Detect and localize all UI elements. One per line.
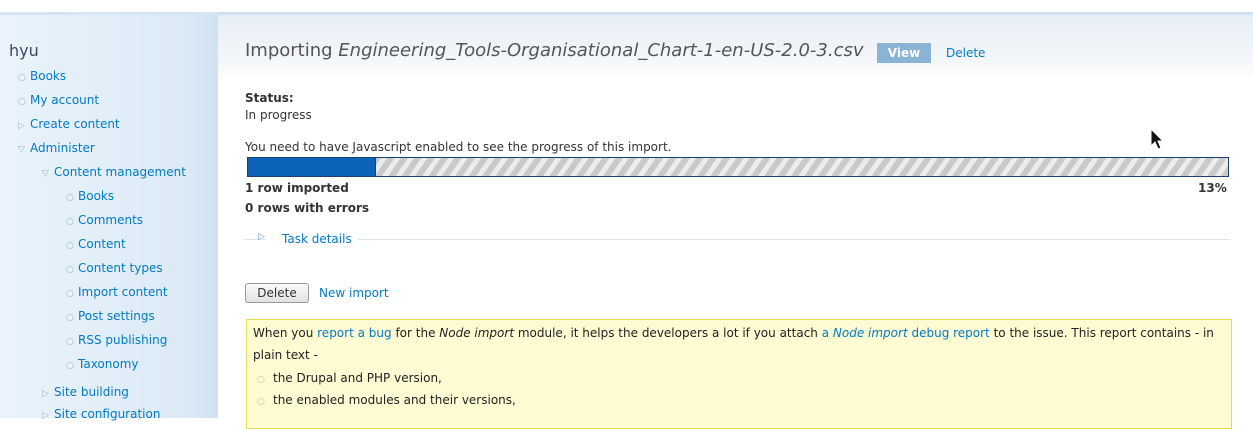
circle-bullet-icon: ○: [66, 289, 74, 299]
sidebar-item-label: Taxonomy: [78, 357, 139, 371]
new-import-link[interactable]: New import: [319, 286, 389, 300]
page-title-filename: Engineering_Tools-Organisational_Chart-1…: [338, 40, 864, 61]
circle-bullet-icon: ○: [66, 361, 74, 371]
tab-delete[interactable]: Delete: [946, 46, 985, 60]
sidebar-item-create-content[interactable]: ▷ Create content: [18, 115, 120, 133]
debug-report-link-part: a: [821, 326, 833, 340]
sidebar-item-label: RSS publishing: [78, 333, 168, 347]
circle-bullet-icon: ○: [66, 313, 74, 323]
sidebar-item-label: Site building: [54, 385, 129, 399]
circle-bullet-icon: ○: [257, 375, 265, 385]
sidebar-item-books-admin[interactable]: ○ Books: [66, 187, 114, 205]
collapsed-arrow-icon: ▷: [42, 411, 49, 421]
status-label: Status:: [245, 91, 294, 105]
sidebar-item-label: My account: [30, 93, 100, 107]
circle-bullet-icon: ○: [18, 97, 26, 107]
sidebar-item-label: Books: [78, 189, 115, 203]
sidebar-username: hyu: [9, 41, 39, 60]
sidebar-item-label: Site configuration: [54, 407, 161, 421]
sidebar-item-label: Books: [30, 69, 67, 83]
list-item: ○ the enabled modules and their versions,: [257, 393, 516, 407]
expanded-arrow-icon: ▽: [18, 145, 25, 155]
javascript-notice: You need to have Javascript enabled to s…: [245, 140, 672, 154]
sidebar-item-label: Content management: [54, 165, 186, 179]
report-bug-link[interactable]: report a bug: [317, 326, 391, 340]
list-item-text: the enabled modules and their versions,: [273, 393, 516, 407]
circle-bullet-icon: ○: [66, 193, 74, 203]
notice-text: When you report a bug for the Node impor…: [253, 322, 1223, 366]
sidebar-item-content-management[interactable]: ▽ Content management: [42, 163, 186, 181]
sidebar-item-rss-publishing[interactable]: ○ RSS publishing: [66, 331, 167, 349]
page-title-prefix: Importing: [245, 40, 339, 61]
debug-report-link-part: debug report: [907, 326, 990, 340]
sidebar-item-label: Comments: [78, 213, 144, 227]
sidebar-item-post-settings[interactable]: ○ Post settings: [66, 307, 155, 325]
sidebar-item-my-account[interactable]: ○ My account: [18, 91, 99, 109]
tab-view[interactable]: View: [877, 43, 931, 63]
list-item-text: the Drupal and PHP version,: [273, 371, 442, 385]
fieldset-line-right: [358, 239, 1230, 240]
progress-percent: 13%: [1198, 181, 1227, 195]
sidebar-item-administer[interactable]: ▽ Administer: [18, 139, 95, 157]
list-item: ○ the Drupal and PHP version,: [257, 371, 442, 385]
sidebar-item-import-content[interactable]: ○ Import content: [66, 283, 168, 301]
debug-report-link-module: Node import: [832, 326, 908, 340]
notice-text-part: When you: [253, 326, 318, 340]
circle-bullet-icon: ○: [257, 397, 265, 407]
collapsed-arrow-icon: ▷: [42, 389, 49, 399]
notice-text-part: module, it helps the developers a lot if…: [514, 326, 822, 340]
sidebar-item-label: Administer: [30, 141, 95, 155]
circle-bullet-icon: ○: [66, 217, 74, 227]
status-value: In progress: [245, 108, 312, 122]
rows-imported: 1 row imported: [245, 181, 349, 195]
notice-module-name: Node import: [439, 326, 515, 340]
circle-bullet-icon: ○: [66, 241, 74, 251]
sidebar-item-label: Create content: [30, 117, 120, 131]
sidebar-item-label: Post settings: [78, 309, 155, 323]
content-header: Importing Engineering_Tools-Organisation…: [218, 12, 1253, 80]
sidebar-item-comments[interactable]: ○ Comments: [66, 211, 143, 229]
expanded-arrow-icon: ▽: [42, 169, 49, 179]
sidebar-item-label: Content: [78, 237, 126, 251]
circle-bullet-icon: ○: [18, 73, 26, 83]
circle-bullet-icon: ○: [66, 265, 74, 275]
circle-bullet-icon: ○: [66, 337, 74, 347]
collapsed-arrow-icon: ▷: [258, 232, 265, 242]
debug-report-link[interactable]: a Node import debug report: [822, 326, 990, 340]
sidebar-item-site-configuration[interactable]: ▷ Site configuration: [42, 405, 160, 423]
sidebar-item-content[interactable]: ○ Content: [66, 235, 126, 253]
sidebar-item-site-building[interactable]: ▷ Site building: [42, 383, 129, 401]
top-bar: [0, 0, 1253, 12]
debug-report-notice: When you report a bug for the Node impor…: [246, 319, 1232, 429]
sidebar: hyu ○ Books ○ My account ▷ Create content ▽…: [0, 12, 218, 421]
rows-with-errors: 0 rows with errors: [245, 201, 370, 215]
collapsed-arrow-icon: ▷: [18, 121, 25, 131]
notice-text-part: for the: [391, 326, 440, 340]
mouse-cursor-icon: [1150, 128, 1165, 150]
page-title: Importing Engineering_Tools-Organisation…: [245, 40, 864, 61]
progress-bar: [247, 157, 1229, 177]
delete-button[interactable]: Delete: [245, 283, 309, 303]
sidebar-item-label: Content types: [78, 261, 163, 275]
progress-bar-fill: [248, 158, 377, 176]
sidebar-item-content-types[interactable]: ○ Content types: [66, 259, 163, 277]
sidebar-item-label: Import content: [78, 285, 168, 299]
task-details-toggle[interactable]: Task details: [282, 232, 356, 246]
sidebar-item-taxonomy[interactable]: ○ Taxonomy: [66, 355, 139, 373]
sidebar-item-books[interactable]: ○ Books: [18, 67, 66, 85]
